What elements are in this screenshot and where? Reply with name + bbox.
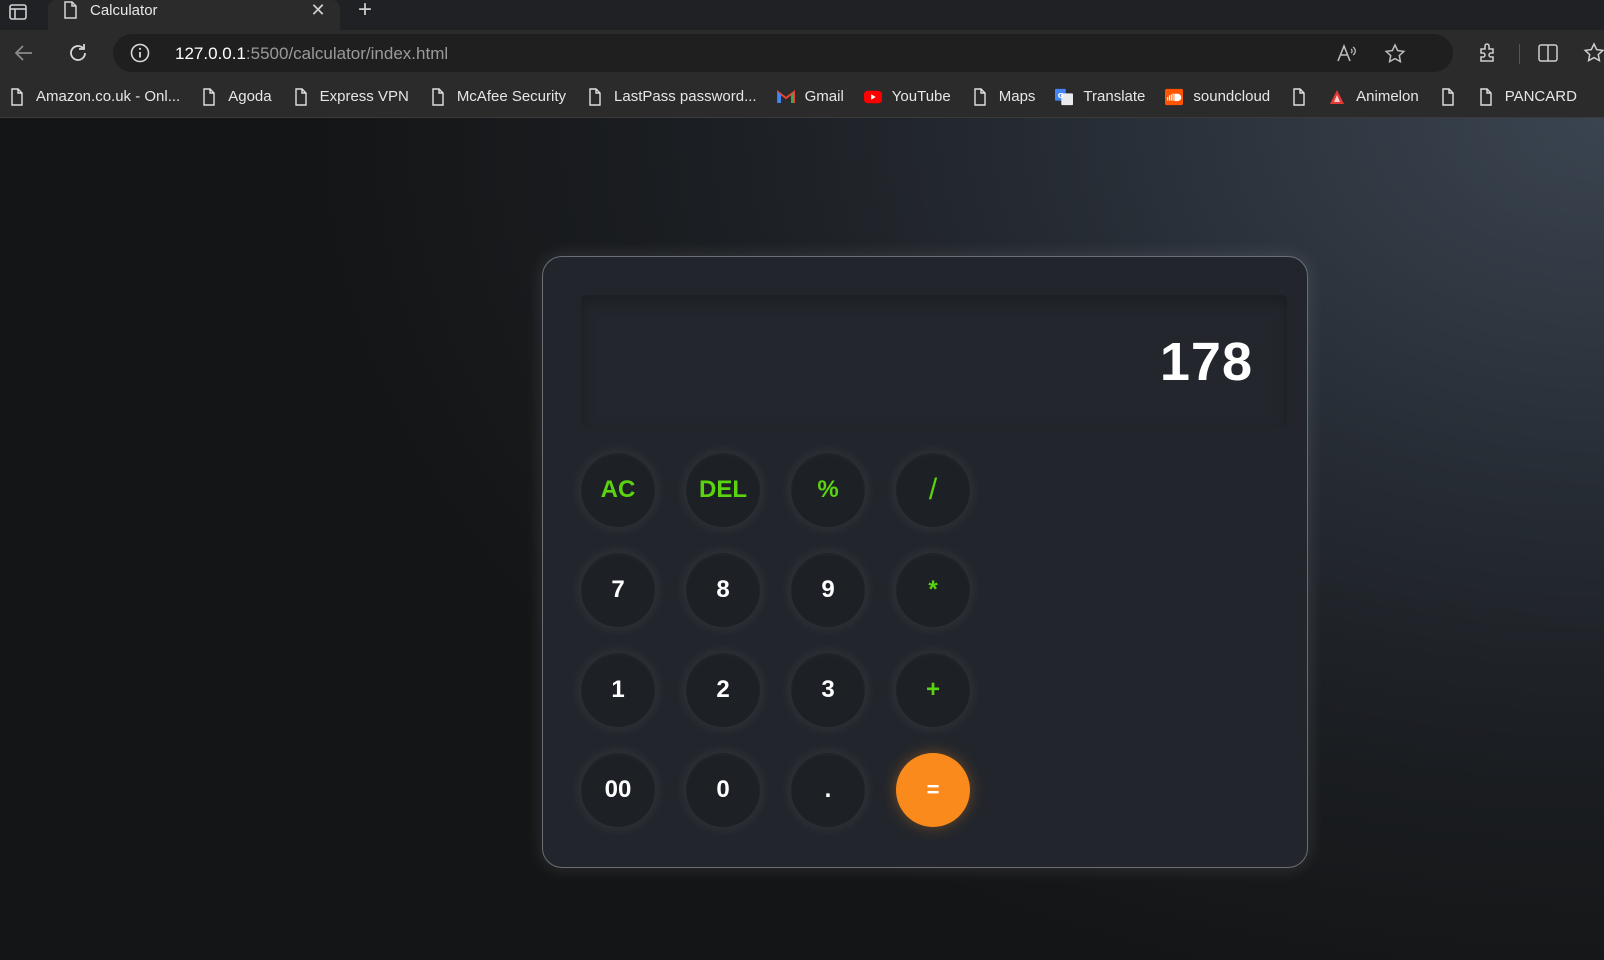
reload-icon [70,44,86,61]
page-icon [292,87,310,106]
page-icon [8,87,26,106]
bookmark-label: LastPass password... [614,88,757,105]
youtube-icon [863,88,882,106]
close-icon[interactable]: ✕ [308,1,328,19]
ac-button[interactable]: AC [581,453,655,527]
new-tab-button[interactable]: + [350,0,380,24]
digit-9-button[interactable]: 9 [791,553,865,627]
plus-button[interactable]: + [896,653,970,727]
bookmark-label: Amazon.co.uk - Onl... [36,88,181,105]
bookmark-unnamed-2[interactable] [1439,82,1457,112]
url-path: :5500/calculator/index.html [245,44,449,63]
extensions-icon[interactable] [1476,41,1500,65]
page-icon [1477,87,1495,106]
delete-button[interactable]: DEL [686,453,760,527]
bookmark-gmail[interactable]: Gmail [776,82,844,112]
digit-1-button[interactable]: 1 [581,653,655,727]
multiply-button[interactable]: * [896,553,970,627]
digit-0-button[interactable]: 0 [686,753,760,827]
star-icon[interactable] [1383,42,1407,66]
bookmark-label: Express VPN [319,88,409,105]
page-icon [971,87,989,106]
digit-8-button[interactable]: 8 [686,553,760,627]
animelon-icon [1328,88,1346,106]
page-content: 178 AC DEL % / 7 8 9 * 1 2 3 + 00 0 . = [0,118,1604,960]
url-host: 127.0.0.1 [175,44,246,63]
divide-button[interactable]: / [896,453,970,527]
tab-actions-button[interactable] [0,0,36,30]
bookmark-soundcloud[interactable]: soundcloud [1165,82,1270,112]
tab-calculator[interactable]: Calculator ✕ [48,0,340,30]
bookmark-pancard[interactable]: PANCARD [1477,82,1577,112]
toolbar-separator [1519,44,1520,64]
bookmarks-bar: Amazon.co.uk - Onl... Agoda Express VPN … [0,76,1604,118]
bookmark-label: soundcloud [1193,88,1271,105]
bookmark-mcafee[interactable]: McAfee Security [429,82,566,112]
bookmark-label: Maps [998,88,1036,105]
favorites-icon[interactable] [1582,41,1604,65]
page-icon [429,87,447,106]
bookmark-label: Agoda [228,88,272,105]
calculator-display: 178 [581,295,1287,427]
tab-strip: Calculator ✕ + [0,0,1604,30]
url-text[interactable]: 127.0.0.1:5500/calculator/index.html [175,44,448,64]
page-icon [1290,87,1308,106]
digit-2-button[interactable]: 2 [686,653,760,727]
page-icon [1439,87,1457,106]
bookmark-maps[interactable]: Maps [971,82,1036,112]
bookmark-label: PANCARD [1504,88,1577,105]
bookmark-express-vpn[interactable]: Express VPN [292,82,409,112]
display-value: 178 [1159,332,1253,392]
info-icon[interactable] [129,42,151,64]
bookmark-label: Gmail [804,88,844,105]
bookmark-lastpass[interactable]: LastPass password... [586,82,757,112]
bookmark-agoda[interactable]: Agoda [200,82,272,112]
bookmark-label: McAfee Security [456,88,567,105]
gmail-icon [776,88,795,106]
digit-7-button[interactable]: 7 [581,553,655,627]
page-icon [586,87,604,106]
bookmark-youtube[interactable]: YouTube [863,82,951,112]
svg-text:G: G [1058,90,1064,99]
sidebar-panel-icon [9,4,27,20]
tab-title: Calculator [90,1,158,19]
back-arrow-icon [14,45,32,61]
soundcloud-icon [1165,88,1184,106]
address-bar[interactable]: 127.0.0.1:5500/calculator/index.html [113,34,1453,72]
equals-button[interactable]: = [896,753,970,827]
percent-button[interactable]: % [791,453,865,527]
digit-3-button[interactable]: 3 [791,653,865,727]
reload-button[interactable] [61,36,95,70]
translate-icon: G [1055,88,1074,106]
double-zero-button[interactable]: 00 [581,753,655,827]
browser-toolbar: 127.0.0.1:5500/calculator/index.html [0,30,1604,76]
decimal-button[interactable]: . [791,753,865,827]
calculator: 178 AC DEL % / 7 8 9 * 1 2 3 + 00 0 . = [542,256,1308,868]
back-button[interactable] [7,36,41,70]
page-icon [64,1,77,19]
page-icon [200,87,218,106]
read-aloud-icon[interactable] [1334,42,1358,66]
bookmark-amazon[interactable]: Amazon.co.uk - Onl... [8,82,180,112]
bookmark-label: Translate [1083,88,1146,105]
bookmark-unnamed-1[interactable] [1290,82,1308,112]
plus-icon: + [357,0,372,23]
bookmark-label: YouTube [891,88,951,105]
bookmark-animelon[interactable]: Animelon [1328,82,1419,112]
bookmark-translate[interactable]: G Translate [1055,82,1145,112]
split-screen-icon[interactable] [1536,41,1560,65]
bookmark-label: Animelon [1356,88,1419,105]
